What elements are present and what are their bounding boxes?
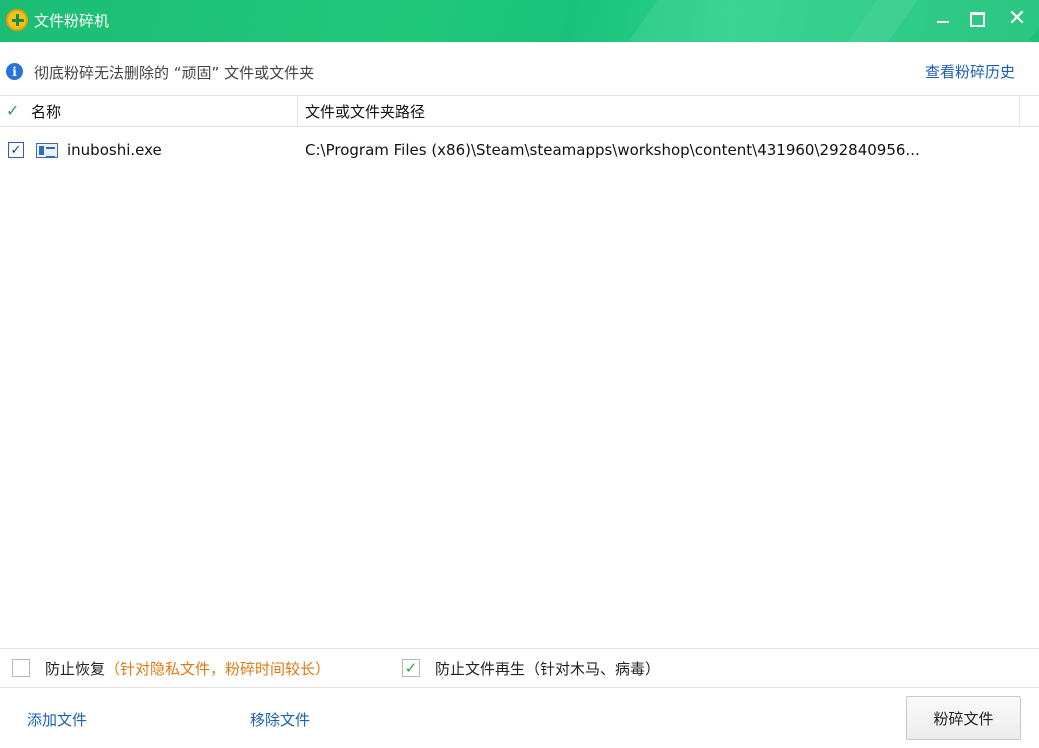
prevent-regen-checkbox[interactable]: ✓ — [402, 659, 420, 677]
column-header-path[interactable]: 文件或文件夹路径 — [298, 96, 1020, 126]
plus-circle-icon — [6, 9, 28, 31]
file-path: C:\Program Files (x86)\Steam\steamapps\w… — [305, 141, 920, 159]
info-bar: i 彻底粉碎无法删除的 “顽固” 文件或文件夹 查看粉碎历史 — [0, 42, 1039, 96]
remove-file-link[interactable]: 移除文件 — [250, 709, 310, 730]
view-history-link[interactable]: 查看粉碎历史 — [925, 61, 1015, 82]
prevent-recovery-note: （针对隐私文件，粉碎时间较长） — [105, 660, 331, 678]
row-checkbox[interactable]: ✓ — [8, 142, 24, 158]
close-button[interactable]: ✕ — [1002, 4, 1032, 34]
select-all-check-icon[interactable]: ✓ — [6, 103, 19, 119]
prevent-recovery-checkbox[interactable] — [12, 659, 30, 677]
table-row[interactable]: ✓ inuboshi.exe C:\Program Files (x86)\St… — [0, 134, 1039, 166]
table-header: ✓ 名称 文件或文件夹路径 — [0, 96, 1039, 127]
prevent-regen-note: （针对木马、病毒） — [525, 660, 661, 678]
maximize-button[interactable] — [962, 4, 992, 34]
column-name-label: 名称 — [31, 103, 62, 121]
window-title: 文件粉碎机 — [34, 12, 110, 30]
options-bar: 防止恢复（针对隐私文件，粉碎时间较长） ✓ 防止文件再生（针对木马、病毒） — [0, 648, 1039, 688]
footer: 添加文件 移除文件 粉碎文件 — [0, 689, 1039, 748]
add-file-link[interactable]: 添加文件 — [27, 709, 87, 730]
minimize-button[interactable] — [928, 4, 958, 34]
info-icon-glyph: i — [12, 64, 17, 79]
prevent-recovery-option[interactable]: 防止恢复（针对隐私文件，粉碎时间较长） — [45, 658, 330, 679]
shred-files-button[interactable]: 粉碎文件 — [906, 696, 1021, 740]
close-icon: ✕ — [1007, 6, 1027, 31]
prevent-regen-check-icon: ✓ — [404, 659, 418, 677]
file-name: inuboshi.exe — [67, 141, 162, 159]
prevent-recovery-label: 防止恢复 — [45, 660, 106, 678]
info-icon: i — [6, 63, 23, 80]
column-path-label: 文件或文件夹路径 — [305, 103, 426, 121]
title-bar: 文件粉碎机 ✕ — [0, 0, 1039, 42]
check-icon: ✓ — [10, 142, 22, 158]
prevent-regen-option[interactable]: 防止文件再生（针对木马、病毒） — [435, 658, 660, 679]
column-header-name[interactable]: ✓ 名称 — [0, 96, 298, 126]
prevent-regen-label: 防止文件再生 — [435, 660, 526, 678]
info-text: 彻底粉碎无法删除的 “顽固” 文件或文件夹 — [34, 64, 315, 82]
exe-file-icon — [36, 143, 58, 158]
